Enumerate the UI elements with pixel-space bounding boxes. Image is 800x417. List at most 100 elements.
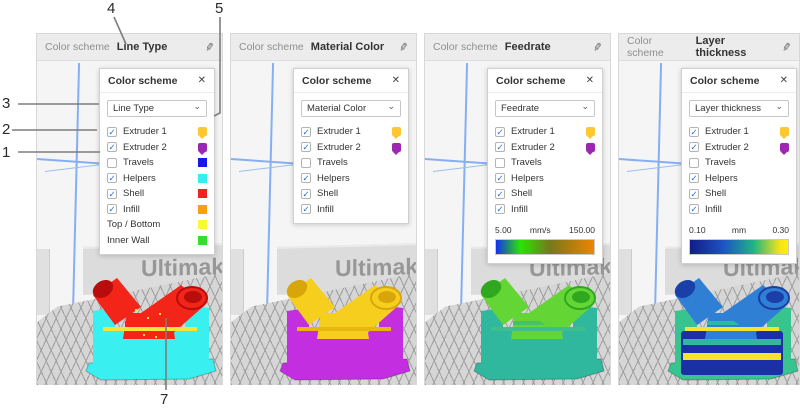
color-swatch [780,143,789,152]
edit-pencil-icon[interactable]: ✎ [398,40,409,54]
close-icon[interactable]: ✕ [198,76,206,86]
row-helpers: ✓ Helpers [301,171,401,187]
build-volume-line [654,63,662,315]
row-shell: ✓ Shell [301,186,401,202]
checkbox[interactable]: ✓ [495,189,505,199]
checkbox[interactable]: ✓ [689,127,699,137]
gradient-bar [495,239,595,255]
color-swatch [198,158,207,167]
row-extruder-1: ✓ Extruder 1 [301,124,401,140]
scheme-header-label: Color scheme [45,41,110,53]
color-swatch [198,174,207,183]
close-icon[interactable]: ✕ [586,76,594,86]
checkbox[interactable]: ✓ [495,142,505,152]
popup-title: Color scheme [108,75,177,87]
row-extruder-2: ✓ Extruder 2 [495,140,595,156]
annotation-label-1: 1 [2,144,10,161]
viewport-3d[interactable]: Ultimaker Color sche [619,61,799,385]
color-scheme-popup: Color scheme ✕ Feedrate ⌄ ✓ Extruder 1 ✓ [487,68,603,264]
chevron-down-icon: ⌄ [775,101,783,112]
build-volume-line [460,63,468,315]
row-travels: Travels [107,155,207,171]
legend-unit: mm [732,225,746,235]
checkbox[interactable]: ✓ [495,173,505,183]
scheme-header-value: Line Type [117,41,168,53]
checkbox[interactable]: ✓ [301,173,311,183]
close-icon[interactable]: ✕ [392,76,400,86]
printer-wall [619,249,632,315]
color-swatch [198,205,207,214]
annotation-label-7: 7 [160,391,168,408]
row-extruder-2: ✓ Extruder 2 [301,140,401,156]
close-icon[interactable]: ✕ [780,76,788,86]
scheme-dropdown[interactable]: Feedrate ⌄ [495,100,595,117]
printed-model[interactable] [667,277,799,383]
checkbox[interactable]: ✓ [301,142,311,152]
viewport-3d[interactable]: Ultimaker Color sche [231,61,416,385]
scheme-dropdown[interactable]: Layer thickness ⌄ [689,100,789,117]
checkbox[interactable]: ✓ [301,127,311,137]
row-helpers: ✓ Helpers [107,171,207,187]
row-shell: ✓ Shell [107,186,207,202]
panel-material-color: Color scheme Material Color ✎ Ultimaker [230,33,417,385]
edit-pencil-icon[interactable]: ✎ [592,40,603,54]
viewport-3d[interactable]: Ultimaker [37,61,222,385]
row-infill: ✓ Infill [495,202,595,218]
annotation-label-5: 5 [215,0,223,17]
checkbox[interactable]: ✓ [495,127,505,137]
checkbox[interactable]: ✓ [107,173,117,183]
color-swatch [198,220,207,229]
printed-model[interactable] [279,277,411,383]
legend-max: 0.30 [772,225,789,235]
color-swatch [586,143,595,152]
row-top-bottom: Top / Bottom [107,217,207,233]
row-travels: Travels [301,155,401,171]
checkbox[interactable]: ✓ [495,204,505,214]
panel-line-type: Color scheme Line Type ✎ Ultimaker [36,33,223,385]
edit-pencil-icon[interactable]: ✎ [204,40,215,54]
checkbox[interactable]: ✓ [689,142,699,152]
checkbox[interactable]: ✓ [301,189,311,199]
color-swatch [586,127,595,136]
chevron-down-icon: ⌄ [387,101,395,112]
color-swatch [780,127,789,136]
checkbox[interactable]: ✓ [689,189,699,199]
row-extruder-2: ✓ Extruder 2 [107,140,207,156]
printer-wall [37,249,50,315]
legend-max: 150.00 [569,225,595,235]
checkbox[interactable]: ✓ [107,189,117,199]
annotation-label-4: 4 [107,0,115,17]
printer-wall [231,249,244,315]
checkbox[interactable]: ✓ [107,204,117,214]
color-swatch [198,189,207,198]
checkbox[interactable]: ✓ [689,173,699,183]
checkbox[interactable]: ✓ [689,204,699,214]
checkbox[interactable] [107,158,117,168]
edit-pencil-icon[interactable]: ✎ [781,40,792,54]
checkbox[interactable] [689,158,699,168]
panel-feedrate: Color scheme Feedrate ✎ Ultimaker [424,33,611,385]
row-shell: ✓ Shell [689,186,789,202]
row-extruder-1: ✓ Extruder 1 [689,124,789,140]
annotation-label-3: 3 [2,95,10,112]
scheme-dropdown[interactable]: Material Color ⌄ [301,100,401,117]
color-scheme-popup: Color scheme ✕ Material Color ⌄ ✓ Extrud… [293,68,409,224]
checkbox[interactable]: ✓ [107,142,117,152]
row-infill: ✓ Infill [689,202,789,218]
checkbox[interactable] [301,158,311,168]
gradient-legend: 0.10 mm 0.30 [682,223,796,263]
scheme-header-bar: Color scheme Layer thickness ✎ [619,34,799,61]
chevron-down-icon: ⌄ [581,101,589,112]
printed-model[interactable] [473,277,605,383]
row-travels: Travels [689,155,789,171]
viewport-3d[interactable]: Ultimaker Color sche [425,61,610,385]
panel-layer-thickness: Color scheme Layer thickness ✎ Ultimaker [618,33,800,385]
checkbox[interactable] [495,158,505,168]
build-volume-line [266,63,274,315]
gradient-bar [689,239,789,255]
legend-min: 5.00 [495,225,512,235]
checkbox[interactable]: ✓ [301,204,311,214]
printed-model[interactable] [85,277,217,383]
scheme-dropdown[interactable]: Line Type ⌄ [107,100,207,117]
checkbox[interactable]: ✓ [107,127,117,137]
